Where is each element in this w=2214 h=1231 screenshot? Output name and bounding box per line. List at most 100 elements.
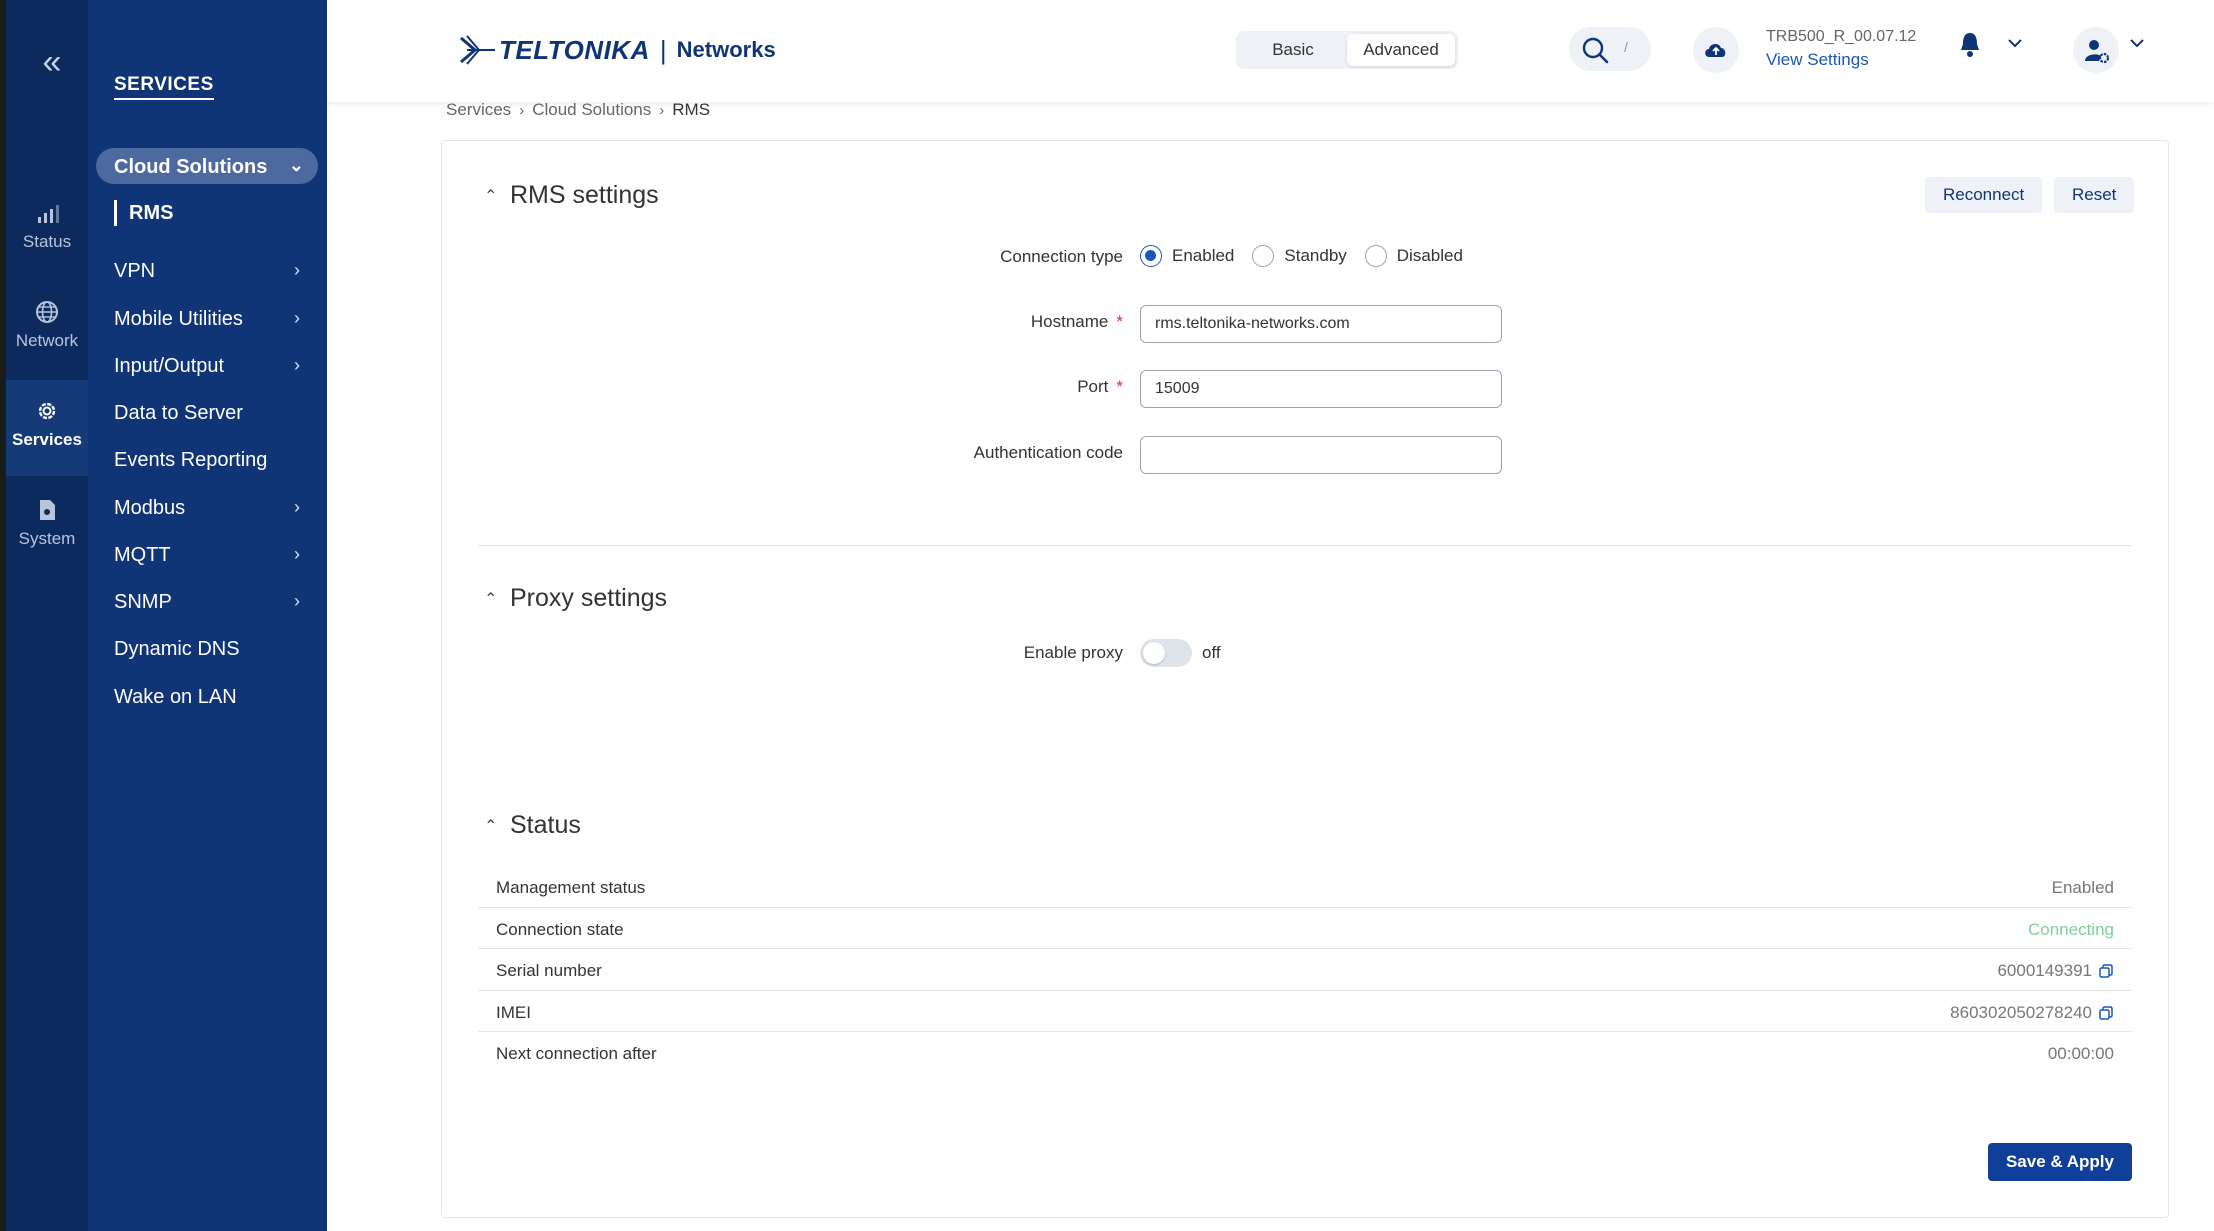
menu-item-events-reporting[interactable]: Events Reporting	[114, 449, 314, 472]
chevron-right-icon: ›	[294, 544, 300, 564]
menu-item-label: MQTT	[114, 544, 171, 566]
chevron-right-icon: ›	[659, 101, 665, 119]
reconnect-button[interactable]: Reconnect	[1925, 177, 2043, 213]
section-divider	[478, 545, 2132, 546]
menu-item-mqtt[interactable]: MQTT ›	[114, 544, 314, 567]
rail-item-system[interactable]: System	[6, 479, 88, 575]
breadcrumb-rms: RMS	[672, 100, 711, 119]
rms-settings-card: ⌃ RMS settings Reconnect Reset Connectio…	[441, 140, 2169, 1218]
authentication-code-label: Authentication code	[973, 443, 1123, 462]
menu-item-dynamic-dns[interactable]: Dynamic DNS	[114, 638, 314, 661]
status-value: 6000149391	[1997, 961, 2092, 980]
chevron-right-icon: ›	[519, 101, 525, 119]
notifications-button[interactable]	[1957, 30, 1983, 65]
menu-item-data-to-server[interactable]: Data to Server	[114, 402, 314, 425]
radio-label: Enabled	[1172, 246, 1235, 265]
chevron-down-icon[interactable]	[2007, 36, 2023, 54]
radio-enabled[interactable]: Enabled	[1140, 245, 1234, 267]
icon-rail: « Status Network Services System	[0, 0, 88, 1231]
menu-item-mobile-utilities[interactable]: Mobile Utilities ›	[114, 308, 314, 331]
collapse-sidebar-icon[interactable]: «	[34, 44, 70, 80]
bell-icon	[1961, 33, 1979, 57]
status-value: 860302050278240	[1950, 1002, 2092, 1022]
status-value: 00:00:00	[2047, 1044, 2114, 1063]
hostname-label: Hostname *	[823, 312, 1123, 332]
chevron-right-icon: ›	[294, 591, 300, 611]
rail-item-label: Status	[22, 232, 72, 251]
status-value-wrap: 6000149391	[1997, 961, 2114, 981]
file-icon	[40, 500, 55, 520]
radio-dot	[1140, 245, 1162, 267]
menu-item-label: SNMP	[114, 591, 172, 613]
rail-item-services[interactable]: Services	[6, 380, 88, 476]
authentication-code-input[interactable]	[1140, 436, 1502, 474]
required-marker: *	[1116, 377, 1123, 396]
enable-proxy-switch[interactable]	[1140, 639, 1192, 667]
status-key: Management status	[496, 878, 646, 897]
breadcrumb-cloud-solutions[interactable]: Cloud Solutions	[532, 100, 651, 120]
menu-item-wake-on-lan[interactable]: Wake on LAN	[114, 686, 314, 709]
user-menu-button[interactable]	[2073, 27, 2119, 73]
mode-advanced-button[interactable]: Advanced	[1347, 34, 1455, 66]
chevron-up-icon: ⌃	[484, 187, 498, 205]
chevron-down-icon[interactable]	[2129, 36, 2145, 54]
menu-item-label: Mobile Utilities	[114, 308, 243, 330]
menu-group-cloud-solutions[interactable]: Cloud Solutions ⌄	[96, 148, 318, 184]
status-value-wrap: 860302050278240	[1950, 1003, 2114, 1023]
mode-basic-button[interactable]: Basic	[1239, 34, 1347, 66]
port-label: Port *	[823, 377, 1123, 397]
menu-item-modbus[interactable]: Modbus ›	[114, 497, 314, 520]
menu-item-snmp[interactable]: SNMP ›	[114, 591, 314, 614]
menu-item-label: Wake on LAN	[114, 686, 237, 708]
rail-item-network[interactable]: Network	[6, 281, 88, 377]
status-row-connection-state: Connection state Connecting	[478, 908, 2132, 949]
menu-item-label: Data to Server	[114, 402, 243, 424]
view-settings-link[interactable]: View Settings	[1766, 50, 1869, 70]
status-row-next-connection: Next connection after 00:00:00	[478, 1032, 2132, 1074]
radio-disabled[interactable]: Disabled	[1364, 245, 1463, 267]
services-submenu: SERVICES Cloud Solutions ⌄ RMS VPN › Mob…	[88, 0, 327, 1231]
copy-icon[interactable]	[2098, 1005, 2114, 1021]
chevron-up-icon: ⌃	[484, 590, 498, 608]
chevron-right-icon: ›	[294, 308, 300, 328]
menu-item-label: Dynamic DNS	[114, 638, 240, 660]
menu-item-label: Modbus	[114, 497, 186, 519]
chevron-right-icon: ›	[294, 260, 300, 280]
rail-item-label: Services	[12, 430, 82, 449]
status-key: Next connection after	[496, 1044, 657, 1063]
teltonika-logo[interactable]: TELTONIKA | Networks	[457, 30, 776, 70]
copy-icon[interactable]	[2098, 963, 2114, 979]
save-apply-button[interactable]: Save & Apply	[1987, 1143, 2132, 1181]
search-button[interactable]: /	[1569, 27, 1651, 71]
rail-item-label: Network	[15, 331, 79, 350]
chevron-up-icon: ⌃	[484, 817, 498, 835]
section-title: RMS settings	[510, 181, 659, 209]
hostname-input[interactable]	[1140, 305, 1502, 343]
status-value: Enabled	[2051, 878, 2114, 897]
menu-item-vpn[interactable]: VPN ›	[114, 260, 314, 283]
reset-button[interactable]: Reset	[2054, 177, 2135, 213]
status-row-serial-number: Serial number 6000149391	[478, 949, 2132, 991]
status-section-toggle[interactable]: ⌃ Status	[484, 811, 581, 840]
radio-dot	[1252, 245, 1275, 267]
radio-dot	[1364, 245, 1387, 267]
status-row-management-status: Management status Enabled	[478, 866, 2132, 908]
radio-standby[interactable]: Standby	[1252, 245, 1347, 267]
rail-item-status[interactable]: Status	[6, 182, 88, 278]
connection-type-label: Connection type	[1000, 247, 1123, 266]
search-icon	[1582, 37, 1609, 64]
connection-type-radio-group: Enabled Standby Disabled	[1140, 245, 1481, 267]
proxy-settings-section-toggle[interactable]: ⌃ Proxy settings	[484, 584, 667, 613]
radio-label: Standby	[1284, 246, 1347, 265]
gear-icon	[38, 402, 56, 420]
port-label-text: Port	[1077, 377, 1109, 396]
globe-icon	[36, 301, 58, 323]
status-table: Management status Enabled Connection sta…	[478, 866, 2132, 1074]
rail-item-label: System	[18, 529, 76, 548]
rms-settings-section-toggle[interactable]: ⌃ RMS settings	[484, 181, 659, 210]
breadcrumb-services[interactable]: Services	[446, 100, 511, 120]
menu-item-rms[interactable]: RMS	[114, 200, 173, 226]
port-input[interactable]	[1140, 370, 1502, 408]
rms-cloud-button[interactable]	[1693, 27, 1739, 73]
menu-item-input-output[interactable]: Input/Output ›	[114, 355, 314, 378]
